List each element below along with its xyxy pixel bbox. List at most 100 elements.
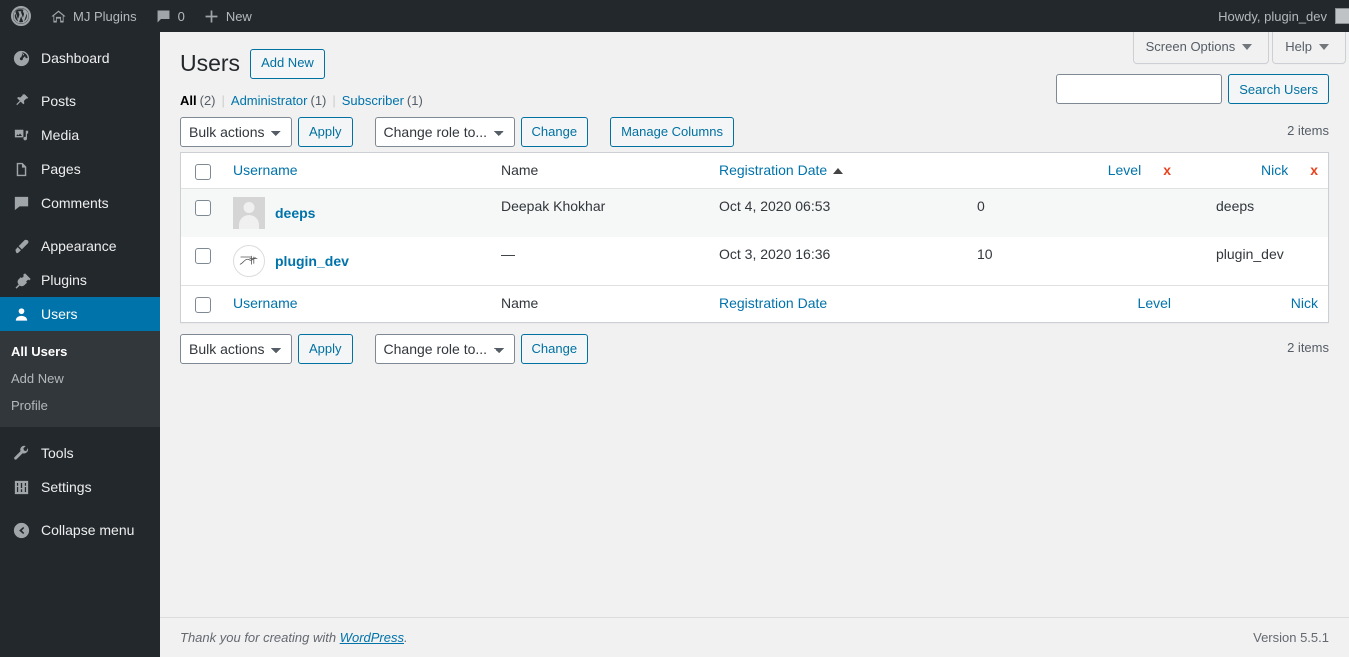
username-with-avatar: deeps (233, 197, 481, 230)
footer-header-regdate[interactable]: Registration Date (709, 285, 941, 322)
footer-header-nick[interactable]: Nick (1181, 285, 1328, 322)
wp-logo-menu[interactable] (0, 0, 41, 32)
nick-header-inner: Nick x (1191, 161, 1318, 181)
sidebar-item-label: Posts (41, 93, 77, 109)
bulk-actions-select-top[interactable]: Bulk actions (180, 116, 292, 147)
row-name-cell: Deepak Khokhar (501, 198, 606, 215)
sidebar-item-label: Users (41, 306, 78, 322)
table-header-row: Username Name Registration Date Level x … (181, 153, 1328, 190)
sidebar-item-label: Collapse menu (41, 522, 135, 538)
sidebar-item-comments[interactable]: Comments (0, 186, 160, 220)
user-link-deeps[interactable]: deeps (275, 197, 315, 229)
footer-header-level[interactable]: Level (941, 285, 1181, 322)
sidebar-item-dashboard[interactable]: Dashboard (0, 41, 160, 75)
sort-username-link[interactable]: Username (233, 162, 298, 178)
comments-menu[interactable]: 0 (146, 0, 194, 32)
column-header-regdate[interactable]: Registration Date (709, 153, 941, 190)
mystery-person-avatar (233, 197, 265, 230)
collapse-arrow-icon (11, 520, 31, 540)
change-role-select-top[interactable]: Change role to... (374, 116, 515, 147)
page-wrap: Users Add New All (2) | Administrator (1… (160, 32, 1349, 365)
select-all-checkbox-bottom[interactable] (195, 297, 211, 314)
remove-nick-column-button[interactable]: x (1310, 161, 1318, 181)
view-administrator-link[interactable]: Administrator (231, 93, 308, 108)
sidebar-item-plugins[interactable]: Plugins (0, 263, 160, 297)
tablenav-bottom: Bulk actions Apply Change role to... Cha… (180, 334, 1329, 365)
view-all-link[interactable]: All (180, 93, 197, 108)
footer-header-username[interactable]: Username (223, 285, 491, 322)
sidebar-item-tools[interactable]: Tools (0, 436, 160, 470)
table-head: Username Name Registration Date Level x … (181, 153, 1328, 190)
bulk-apply-button-bottom[interactable]: Apply (298, 334, 353, 365)
sort-ascending-icon (833, 167, 844, 174)
submenu-item-all-users[interactable]: All Users (0, 338, 160, 365)
select-all-footer (181, 285, 223, 322)
menu-spacer-top (0, 32, 160, 41)
howdy-label: Howdy, plugin_dev (1218, 8, 1327, 24)
remove-level-column-button[interactable]: x (1163, 161, 1171, 181)
comment-bubble-icon (155, 8, 172, 25)
sidebar-item-pages[interactable]: Pages (0, 152, 160, 186)
view-administrator[interactable]: Administrator (1) (231, 93, 326, 108)
column-header-username[interactable]: Username (223, 153, 491, 190)
home-icon (50, 8, 67, 25)
row-nick-cell: plugin_dev (1216, 246, 1284, 263)
sort-nick-link-footer[interactable]: Nick (1291, 294, 1318, 314)
view-all-count: (2) (199, 92, 216, 108)
sidebar-item-label: Pages (41, 161, 81, 177)
wordpress-link[interactable]: WordPress (340, 630, 404, 645)
sidebar-item-label: Dashboard (41, 50, 110, 66)
table-foot: Username Name Registration Date Level Ni… (181, 285, 1328, 322)
sort-level-link[interactable]: Level (1108, 161, 1141, 181)
site-name-menu[interactable]: MJ Plugins (41, 0, 146, 32)
sidebar-item-settings[interactable]: Settings (0, 470, 160, 504)
row-checkbox-deeps[interactable] (195, 200, 211, 217)
sort-regdate-link-footer[interactable]: Registration Date (719, 295, 827, 311)
row-level-cell: 10 (977, 246, 993, 263)
view-all[interactable]: All (2) (180, 93, 216, 108)
bulk-actions-select-bottom[interactable]: Bulk actions (180, 334, 292, 365)
column-header-nick[interactable]: Nick x (1181, 153, 1328, 190)
title-row: Users Add New (180, 32, 1329, 79)
view-subscriber[interactable]: Subscriber (1) (342, 93, 423, 108)
change-role-button-top[interactable]: Change (520, 116, 589, 147)
sidebar-item-posts[interactable]: Posts (0, 84, 160, 118)
row-username-cell: deeps (223, 189, 491, 237)
user-avatar (1335, 8, 1349, 24)
site-name-label: MJ Plugins (73, 8, 137, 24)
row-username-cell: plugin_dev (223, 237, 491, 285)
change-role-select-bottom[interactable]: Change role to... (374, 334, 515, 365)
bulk-apply-button-top[interactable]: Apply (298, 116, 353, 147)
search-input[interactable] (1056, 74, 1223, 104)
select-all-header (181, 153, 223, 190)
sidebar-item-label: Appearance (41, 238, 117, 254)
search-users-button[interactable]: Search Users (1228, 74, 1329, 104)
column-header-name: Name (491, 153, 709, 190)
add-new-user-button[interactable]: Add New (250, 49, 325, 79)
user-link-plugin-dev[interactable]: plugin_dev (275, 245, 349, 277)
row-nick-cell: deeps (1216, 198, 1255, 215)
plug-icon (11, 270, 31, 290)
submenu-item-add-new[interactable]: Add New (0, 365, 160, 392)
column-header-level[interactable]: Level x (941, 153, 1181, 190)
sort-nick-link[interactable]: Nick (1261, 161, 1288, 181)
manage-columns-button[interactable]: Manage Columns (610, 116, 734, 147)
new-content-menu[interactable]: New (194, 0, 261, 32)
paintbrush-icon (11, 236, 31, 256)
displaying-num-top: 2 items (1287, 122, 1329, 138)
select-all-checkbox-top[interactable] (195, 163, 211, 180)
submenu-item-profile[interactable]: Profile (0, 392, 160, 419)
sidebar-item-media[interactable]: Media (0, 118, 160, 152)
change-role-button-bottom[interactable]: Change (520, 334, 589, 365)
my-account-menu[interactable]: Howdy, plugin_dev (1218, 0, 1349, 32)
sort-level-link-footer[interactable]: Level (1138, 294, 1171, 314)
sidebar-item-appearance[interactable]: Appearance (0, 229, 160, 263)
collapse-menu-button[interactable]: Collapse menu (0, 513, 160, 547)
sidebar-item-users[interactable]: Users (0, 297, 168, 331)
sort-username-link-footer[interactable]: Username (233, 295, 298, 311)
sort-regdate-link[interactable]: Registration Date (719, 161, 827, 181)
view-subscriber-link[interactable]: Subscriber (342, 93, 404, 108)
wordpress-logo-icon (11, 6, 31, 26)
row-select-cell (181, 237, 223, 285)
row-checkbox-plugin-dev[interactable] (195, 248, 211, 265)
